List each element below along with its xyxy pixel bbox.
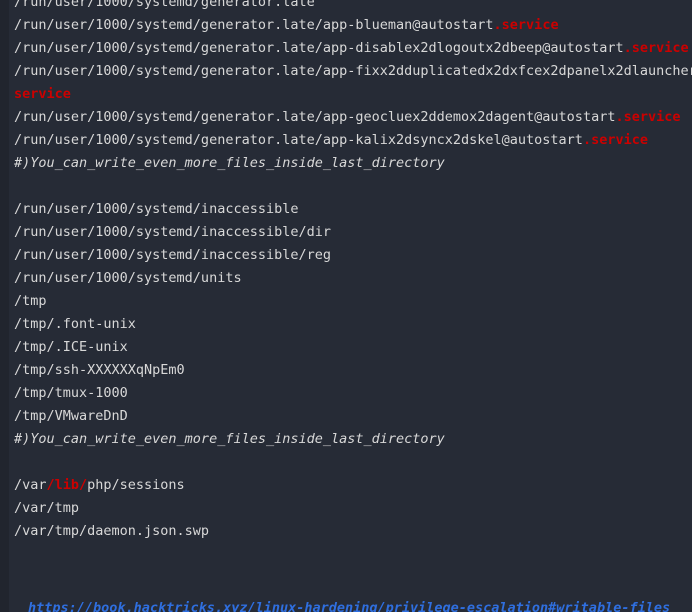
terminal-line: /var/tmp/daemon.json.swp [14, 520, 692, 543]
terminal-line-segment: /tmp/ssh-XXXXXXqNpEm0 [14, 362, 185, 378]
terminal-line-segment: .service [493, 17, 559, 33]
terminal-line: /tmp/VMwareDnD [14, 405, 692, 428]
terminal-line: /tmp/.font-unix [14, 313, 692, 336]
terminal-line: /run/user/1000/systemd/inaccessible/dir [14, 221, 692, 244]
terminal-line: /tmp [14, 290, 692, 313]
terminal-line-segment: /tmp [14, 293, 47, 309]
terminal-line: /run/user/1000/systemd/inaccessible/reg [14, 244, 692, 267]
banner-reference-link[interactable]: https://book.hacktricks.xyz/linux-harden… [28, 597, 670, 612]
terminal-line: /run/user/1000/systemd/generator.late/ap… [14, 37, 692, 60]
terminal-line-segment: php/sessions [87, 477, 185, 493]
terminal-line-segment: /var/tmp [14, 500, 80, 516]
terminal-line-segment: /run/user/1000/systemd/inaccessible [14, 201, 299, 217]
terminal-line-segment: /run/user/1000/systemd/generator.late/ap… [14, 17, 494, 33]
terminal-line: /tmp/.ICE-unix [14, 336, 692, 359]
terminal-line-segment: /run/user/1000/systemd/generator.late/ap… [14, 63, 692, 79]
terminal-line-segment [14, 454, 22, 470]
terminal-line-segment: /run/user/1000/systemd/generator.late [14, 0, 315, 10]
terminal-line: /run/user/1000/systemd/generator.late [14, 0, 692, 14]
terminal-line-segment: .service [615, 109, 681, 125]
terminal-line: /run/user/1000/systemd/generator.late/ap… [14, 14, 692, 37]
terminal-line-segment: /tmp/tmux-1000 [14, 385, 128, 401]
terminal-line-segment: /lib/ [46, 477, 88, 493]
terminal-line-segment: #)You_can_write_even_more_files_inside_l… [14, 155, 445, 171]
terminal-line: /run/user/1000/systemd/inaccessible [14, 198, 692, 221]
terminal-line-segment: /run/user/1000/systemd/generator.late/ap… [14, 109, 616, 125]
terminal-line-segment: /tmp/VMwareDnD [14, 408, 128, 424]
terminal-line: /run/user/1000/systemd/generator.late/ap… [14, 129, 692, 152]
terminal-line-segment: service [14, 86, 71, 102]
terminal-line-segment: /run/user/1000/systemd/inaccessible/reg [14, 247, 331, 263]
terminal-line-segment: .service [582, 132, 648, 148]
terminal-line-segment: /var/tmp/daemon.json.swp [14, 523, 210, 539]
terminal-line-segment: /run/user/1000/systemd/units [14, 270, 242, 286]
terminal-line [14, 175, 692, 198]
terminal-line-segment [14, 546, 22, 562]
terminal-line-segment: /run/user/1000/systemd/inaccessible/dir [14, 224, 331, 240]
terminal-line: /run/user/1000/systemd/generator.late/ap… [14, 106, 692, 129]
terminal-line [14, 543, 692, 566]
terminal-window: /run/user/1000/systemd/generator.late/ru… [0, 0, 692, 612]
terminal-line-segment: /tmp/.font-unix [14, 316, 136, 332]
terminal-output-lines: /run/user/1000/systemd/generator.late/ru… [0, 0, 692, 566]
terminal-line: /var/lib/php/sessions [14, 474, 692, 497]
terminal-line-segment: .service [623, 40, 689, 56]
terminal-line-segment: /tmp/.ICE-unix [14, 339, 128, 355]
terminal-line: /run/user/1000/systemd/units [14, 267, 692, 290]
terminal-line-segment: /run/user/1000/systemd/generator.late/ap… [14, 132, 583, 148]
terminal-line: service [14, 83, 692, 106]
terminal-line: #)You_can_write_even_more_files_inside_l… [14, 152, 692, 175]
terminal-line-segment: /run/user/1000/systemd/generator.late/ap… [14, 40, 624, 56]
terminal-line: #)You_can_write_even_more_files_inside_l… [14, 428, 692, 451]
terminal-line: /var/tmp [14, 497, 692, 520]
terminal-line: /tmp/tmux-1000 [14, 382, 692, 405]
terminal-line: /run/user/1000/systemd/generator.late/ap… [14, 60, 692, 83]
terminal-line-segment: #)You_can_write_even_more_files_inside_l… [14, 431, 445, 447]
terminal-line-segment: /var [14, 477, 47, 493]
terminal-line-segment [14, 178, 22, 194]
terminal-line [14, 451, 692, 474]
terminal-line: /tmp/ssh-XXXXXXqNpEm0 [14, 359, 692, 382]
